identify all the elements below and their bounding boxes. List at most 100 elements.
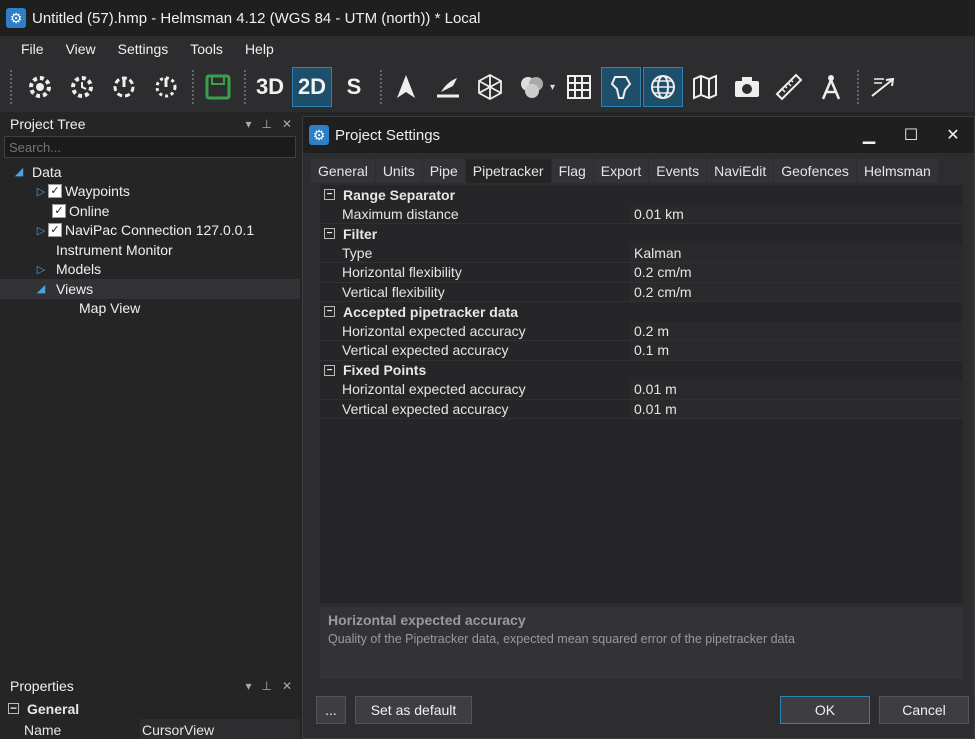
menu-file[interactable]: File [10, 41, 55, 57]
property-value[interactable]: 0.2 cm/m [630, 263, 963, 282]
north-arrow-icon[interactable] [386, 67, 426, 107]
compass-drafting-icon[interactable] [811, 67, 851, 107]
tree-item-models[interactable]: ▷ Models [0, 260, 300, 280]
category-fixed-points[interactable]: − Fixed Points [320, 361, 963, 381]
view-3d-button[interactable]: 3D [250, 67, 290, 107]
tab-flag[interactable]: Flag [551, 159, 594, 183]
category-filter[interactable]: − Filter [320, 224, 963, 244]
collapsed-arrow-icon[interactable]: ▷ [34, 263, 48, 276]
menu-settings[interactable]: Settings [107, 41, 180, 57]
category-range-separator[interactable]: − Range Separator [320, 185, 963, 205]
collapse-icon[interactable]: − [324, 189, 335, 201]
property-row[interactable]: Horizontal expected accuracy 0.2 m [320, 321, 963, 341]
property-value[interactable]: 0.01 m [630, 380, 963, 399]
property-value[interactable]: 0.01 km [630, 204, 963, 223]
expanded-arrow-icon[interactable]: ◢ [12, 165, 26, 178]
toolbar: 3D 2D S ▾ [0, 62, 975, 112]
tab-general[interactable]: General [311, 159, 376, 183]
ok-button[interactable]: OK [780, 696, 870, 724]
properties-group-general[interactable]: − General [0, 698, 300, 719]
cancel-button[interactable]: Cancel [879, 696, 969, 724]
close-icon[interactable]: ✕ [282, 117, 292, 131]
tree-item-waypoints[interactable]: ▷ ✓ Waypoints [0, 182, 300, 202]
grid-icon[interactable] [559, 67, 599, 107]
tab-export[interactable]: Export [593, 159, 650, 183]
tree-item-instrument-monitor[interactable]: Instrument Monitor [0, 240, 300, 260]
cube-icon[interactable] [470, 67, 510, 107]
expanded-arrow-icon[interactable]: ◢ [34, 282, 48, 295]
layers-circles-icon[interactable] [512, 67, 552, 107]
property-row[interactable]: Vertical expected accuracy 0.1 m [320, 341, 963, 361]
power-gear-icon[interactable] [104, 67, 144, 107]
tree-item-navipac[interactable]: ▷ ✓ NaviPac Connection 127.0.0.1 [0, 221, 300, 241]
online-checkbox[interactable]: ✓ [52, 203, 66, 218]
globe-icon[interactable] [643, 67, 684, 107]
navipac-checkbox[interactable]: ✓ [48, 223, 62, 238]
tree-item-data[interactable]: ◢ Data [0, 162, 300, 182]
tab-naviedit[interactable]: NaviEdit [707, 159, 775, 183]
tree-item-map-view[interactable]: Map View [0, 299, 300, 319]
collapse-icon[interactable]: − [8, 702, 19, 714]
pin-icon[interactable]: ⊥ [261, 679, 271, 693]
property-value[interactable]: 0.01 m [630, 399, 963, 418]
property-row[interactable]: Maximum distance 0.01 km [320, 204, 963, 224]
close-icon[interactable]: ✕ [282, 679, 292, 693]
landing-icon[interactable] [428, 67, 468, 107]
tab-units[interactable]: Units [375, 159, 423, 183]
africa-map-icon[interactable] [601, 67, 642, 107]
folded-map-icon[interactable] [685, 67, 725, 107]
property-value[interactable]: 0.1 m [630, 341, 963, 360]
view-s-button[interactable]: S [334, 67, 374, 107]
more-button[interactable]: ... [316, 696, 346, 724]
menu-help[interactable]: Help [234, 41, 285, 57]
property-row[interactable]: Horizontal flexibility 0.2 cm/m [320, 263, 963, 283]
save-icon[interactable] [198, 67, 238, 107]
waypoints-checkbox[interactable]: ✓ [48, 184, 62, 199]
power-gear-off-icon[interactable] [146, 67, 186, 107]
tab-pipe[interactable]: Pipe [422, 159, 466, 183]
collapse-icon[interactable]: − [324, 306, 335, 318]
tab-pipetracker[interactable]: Pipetracker [465, 159, 552, 183]
tab-geofences[interactable]: Geofences [774, 159, 857, 183]
chevron-down-icon[interactable]: ▾ [550, 82, 555, 93]
ruler-icon[interactable] [769, 67, 809, 107]
collapsed-arrow-icon[interactable]: ▷ [34, 224, 48, 237]
view-2d-button[interactable]: 2D [292, 67, 332, 107]
camera-icon[interactable] [727, 67, 767, 107]
category-accepted-pipetracker-data[interactable]: − Accepted pipetracker data [320, 302, 963, 322]
window-title: Untitled (57).hmp - Helmsman 4.12 (WGS 8… [32, 9, 481, 27]
tab-events[interactable]: Events [649, 159, 708, 183]
property-row[interactable]: Type Kalman [320, 243, 963, 263]
dropdown-icon[interactable]: ▾ [245, 117, 251, 131]
name-value[interactable]: CursorView [140, 719, 300, 739]
tab-helmsman[interactable]: Helmsman [856, 159, 939, 183]
property-value[interactable]: 0.2 cm/m [630, 282, 963, 301]
property-value[interactable]: 0.2 m [630, 321, 963, 340]
collapse-icon[interactable]: − [324, 228, 335, 240]
tree-item-online[interactable]: ✓ Online [0, 201, 300, 221]
menu-tools[interactable]: Tools [179, 41, 234, 57]
settings-tabs: General Units Pipe Pipetracker Flag Expo… [311, 159, 974, 183]
pin-icon[interactable]: ⊥ [261, 117, 271, 131]
gear-sync-icon[interactable] [20, 67, 60, 107]
property-row[interactable]: Vertical flexibility 0.2 cm/m [320, 282, 963, 302]
tree-item-views[interactable]: ◢ Views [0, 279, 300, 299]
tree-search-input[interactable] [4, 136, 296, 158]
maximize-icon[interactable]: ☐ [890, 125, 932, 145]
menu-view[interactable]: View [55, 41, 107, 57]
properties-row-name[interactable]: Name CursorView [0, 719, 300, 739]
property-row[interactable]: Vertical expected accuracy 0.01 m [320, 399, 963, 419]
description-title: Horizontal expected accuracy [328, 612, 526, 628]
toolbar-grip[interactable] [10, 70, 14, 104]
close-icon[interactable]: ✕ [932, 125, 974, 145]
measure-line-icon[interactable] [863, 67, 903, 107]
gear-refresh-icon[interactable] [62, 67, 102, 107]
property-value[interactable]: Kalman [630, 243, 963, 262]
property-row[interactable]: Horizontal expected accuracy 0.01 m [320, 380, 963, 400]
collapsed-arrow-icon[interactable]: ▷ [34, 185, 48, 198]
toolbar-separator [857, 70, 860, 104]
minimize-icon[interactable]: ▁ [848, 125, 890, 145]
set-as-default-button[interactable]: Set as default [355, 696, 472, 724]
dropdown-icon[interactable]: ▾ [245, 679, 251, 693]
collapse-icon[interactable]: − [324, 364, 335, 376]
